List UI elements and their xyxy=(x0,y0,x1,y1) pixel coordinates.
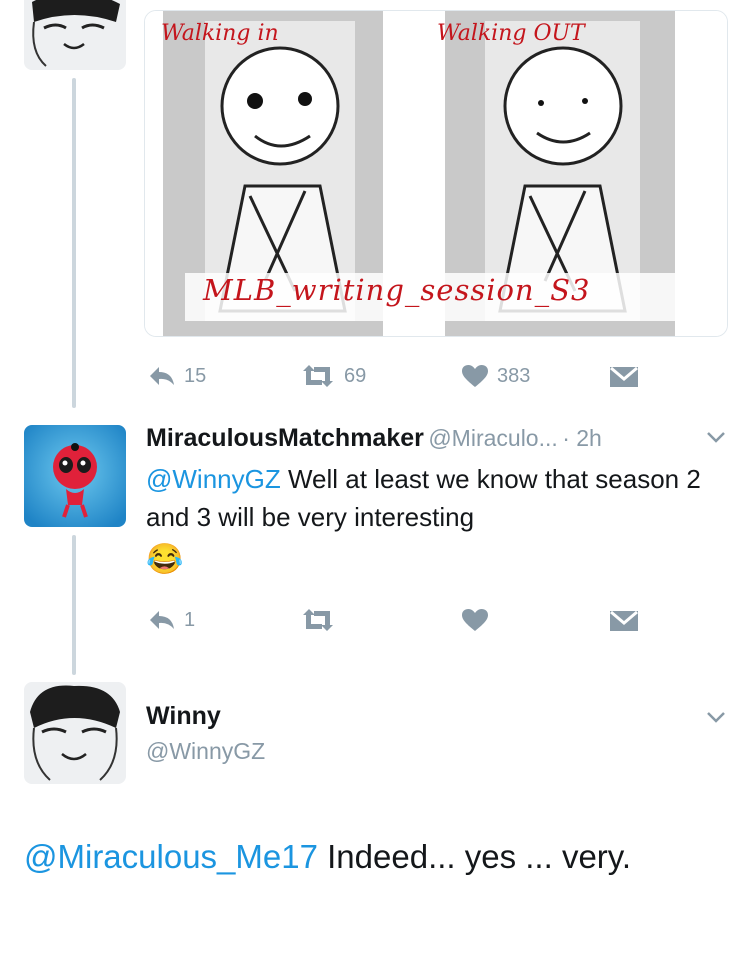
author-name[interactable]: MiraculousMatchmaker xyxy=(146,424,424,452)
like-count: 383 xyxy=(497,364,531,387)
tweet2-more-button[interactable] xyxy=(706,430,726,444)
reply-count: 15 xyxy=(184,364,207,387)
author-handle[interactable]: @Miraculo... xyxy=(428,425,557,451)
avatar-miraculousmatchmaker[interactable] xyxy=(24,425,126,527)
chevron-down-icon xyxy=(707,712,725,723)
retweet-action-1[interactable]: 69 xyxy=(300,364,366,388)
dm-envelope-icon xyxy=(609,610,639,632)
reply-icon xyxy=(148,364,176,388)
tweet3-text: @Miraculous_Me17 Indeed... yes ... very. xyxy=(24,832,714,882)
mention-link[interactable]: @Miraculous_Me17 xyxy=(24,838,318,875)
tweet3-more-button[interactable] xyxy=(706,710,726,724)
dm-envelope-icon xyxy=(609,366,639,388)
like-action-2[interactable] xyxy=(461,608,489,632)
reply-count: 1 xyxy=(184,608,196,631)
mention-link[interactable]: @WinnyGZ xyxy=(146,464,281,494)
media-label-left: Walking in xyxy=(161,21,279,46)
tweet-time[interactable]: · 2h xyxy=(562,425,602,451)
retweet-icon xyxy=(300,364,336,388)
avatar-winny[interactable] xyxy=(24,682,126,784)
chevron-down-icon xyxy=(707,432,725,443)
reply-action-1[interactable]: 15 xyxy=(148,364,206,388)
media-label-right: Walking OUT xyxy=(437,21,585,46)
author-name[interactable]: Winny xyxy=(146,702,221,731)
author-handle[interactable]: @WinnyGZ xyxy=(146,738,265,765)
dm-action-1[interactable] xyxy=(609,366,639,388)
emoji-laughing: 😂 xyxy=(146,543,184,576)
retweet-icon xyxy=(300,608,336,632)
tweet-media-image[interactable]: Walking in Walking OUT MLB_writing_sessi… xyxy=(144,10,728,337)
thread-line-2 xyxy=(72,535,76,675)
dm-action-2[interactable] xyxy=(609,610,639,632)
reply-action-2[interactable]: 1 xyxy=(148,608,195,632)
avatar-winny-top[interactable] xyxy=(24,0,126,70)
reply-icon xyxy=(148,608,176,632)
heart-icon xyxy=(461,364,489,388)
retweet-count: 69 xyxy=(344,364,367,387)
tweet2-text: @WinnyGZ Well at least we know that seas… xyxy=(146,460,706,536)
like-action-1[interactable]: 383 xyxy=(461,364,530,388)
tweet3-body: Indeed... yes ... very. xyxy=(317,838,632,875)
retweet-action-2[interactable] xyxy=(300,608,336,632)
heart-icon xyxy=(461,608,489,632)
tweet2-header: MiraculousMatchmaker @Miraculo... · 2h xyxy=(146,424,602,453)
media-caption: MLB_writing_session_S3 xyxy=(203,273,591,307)
thread-line-1 xyxy=(72,78,76,408)
